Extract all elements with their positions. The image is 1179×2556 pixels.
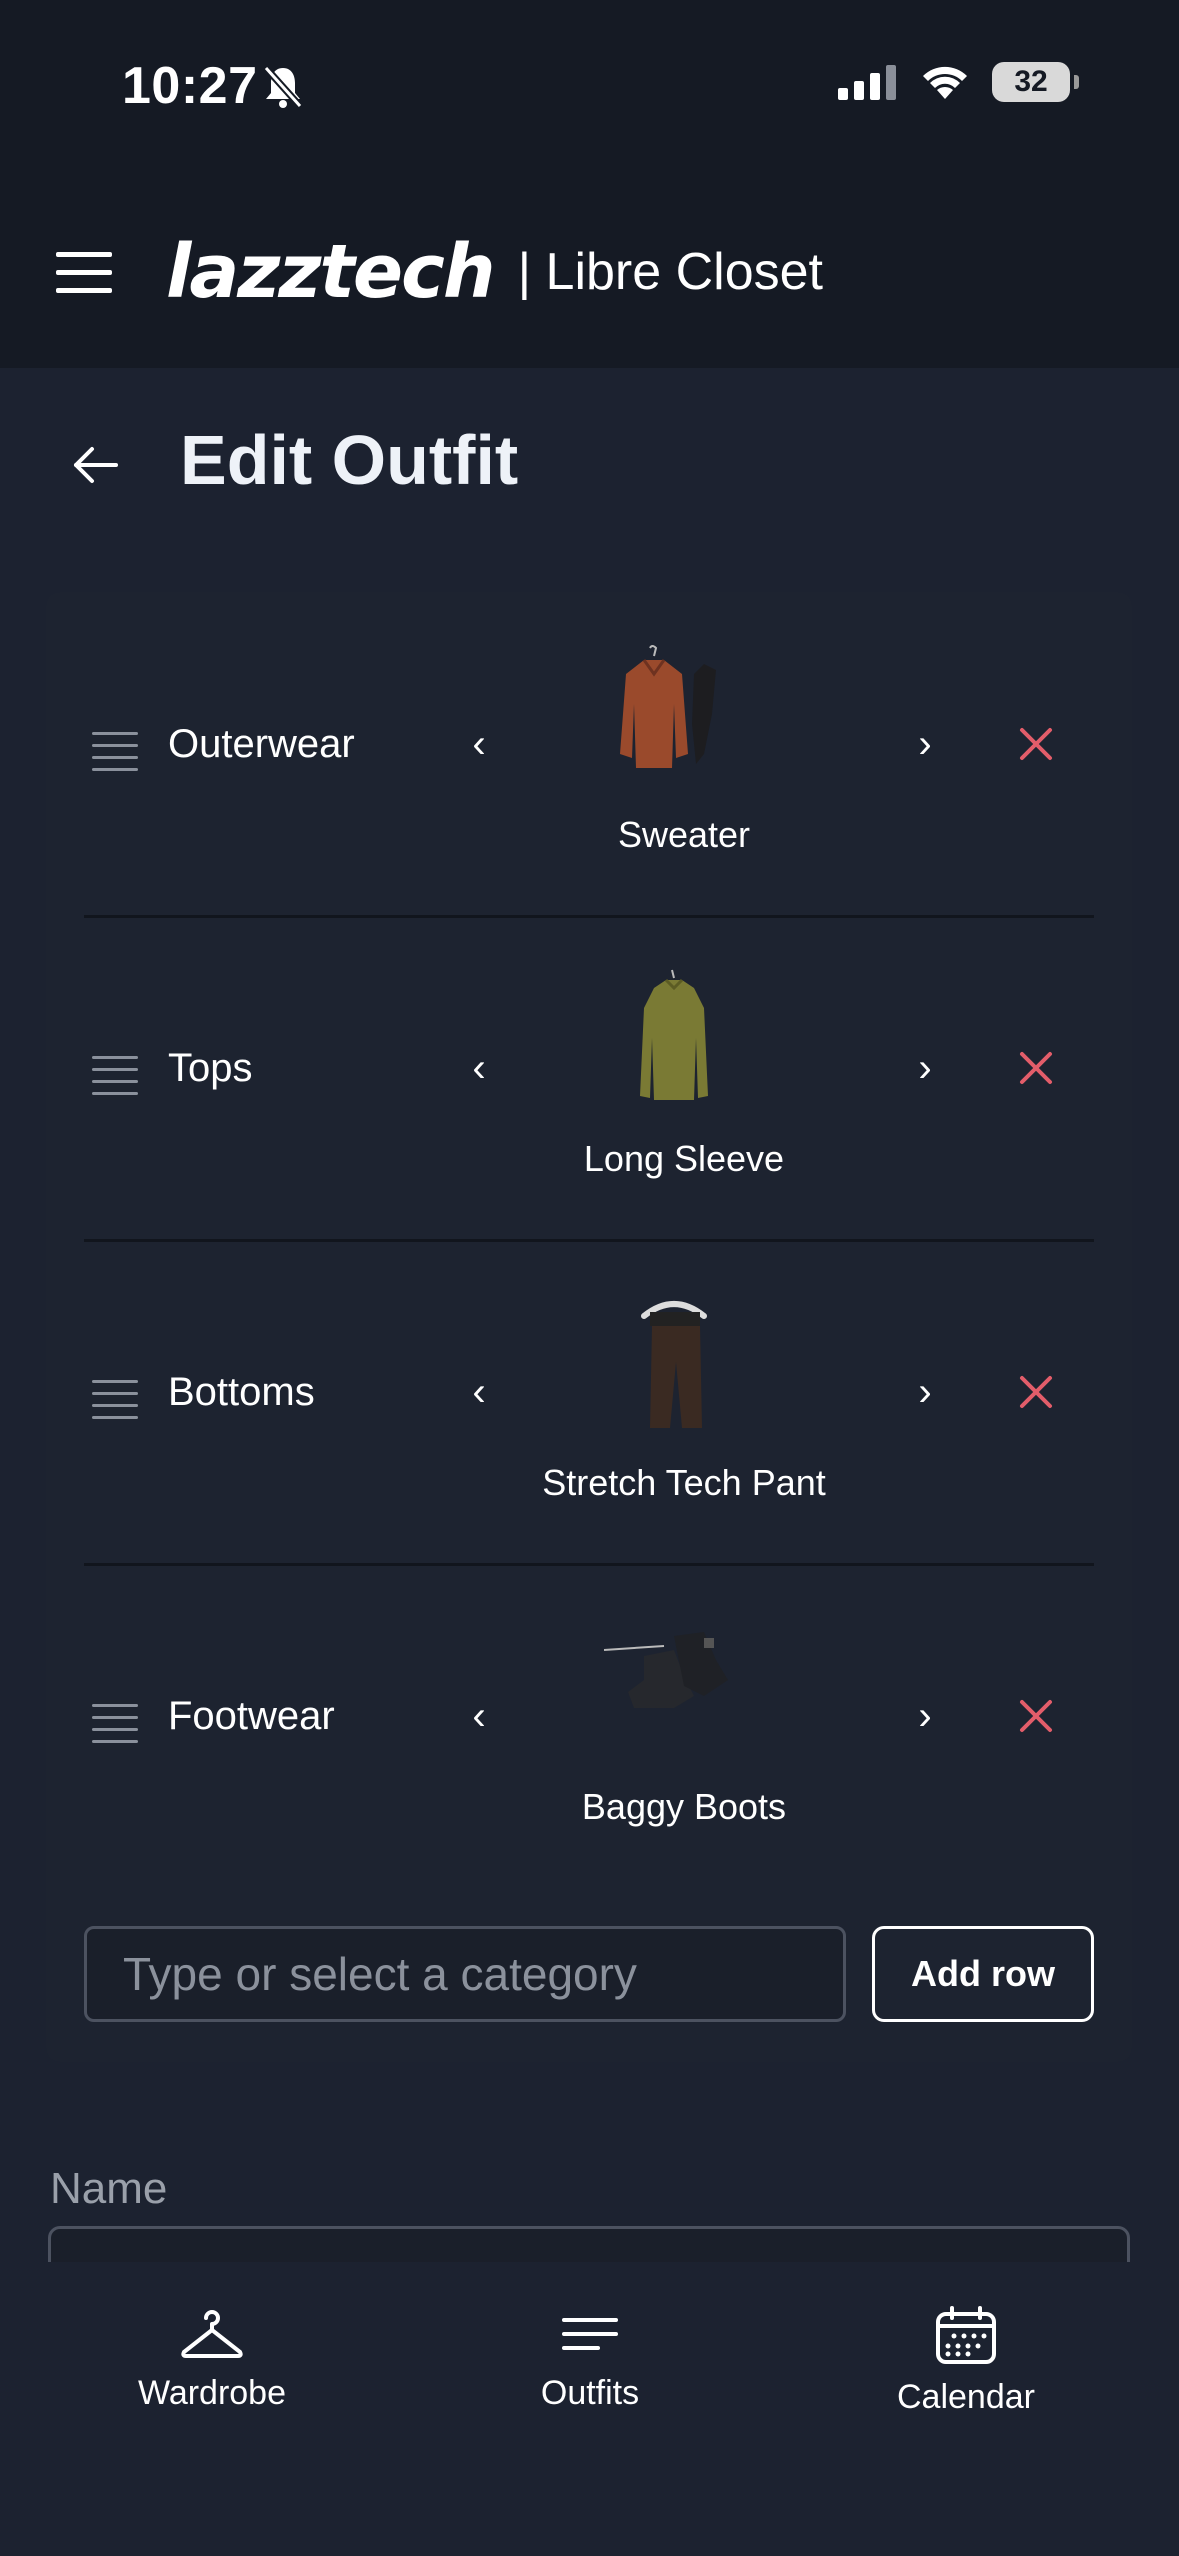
drag-handle-icon[interactable] (92, 732, 138, 772)
nav-label: Calendar (897, 2378, 1035, 2416)
drag-handle-icon[interactable] (92, 1704, 138, 1744)
calendar-icon (936, 2306, 996, 2364)
next-item-chevron-icon[interactable]: › (910, 1370, 940, 1415)
item-name: Stretch Tech Pant (542, 1462, 826, 1503)
previous-item-chevron-icon[interactable]: ‹ (464, 1046, 494, 1091)
wifi-icon (923, 66, 967, 99)
name-field-label: Name (50, 2164, 168, 2213)
hanger-icon (181, 2310, 243, 2358)
app-logo[interactable]: lazztech | Libre Closet (166, 229, 823, 315)
nav-calendar[interactable]: Calendar (836, 2306, 1096, 2417)
drag-handle-icon[interactable] (92, 1056, 138, 1096)
cellular-signal-icon (838, 65, 896, 100)
outfit-row: Outerwear ‹ Sweater › (84, 594, 1094, 918)
row-category-label: Bottoms (168, 1370, 315, 1414)
brand-wordmark: lazztech (166, 229, 496, 315)
pants-image (641, 1301, 707, 1428)
status-time: 10:27 (122, 57, 258, 115)
add-row-button[interactable]: Add row (872, 1926, 1094, 2022)
page-title: Edit Outfit (180, 421, 519, 499)
previous-item-chevron-icon[interactable]: ‹ (464, 1694, 494, 1739)
row-category-label: Footwear (168, 1694, 335, 1738)
list-icon (562, 2318, 618, 2350)
remove-row-icon[interactable] (1016, 1048, 1056, 1088)
hamburger-menu-icon[interactable] (56, 250, 112, 294)
battery-indicator: 32 (992, 62, 1070, 102)
silent-mode-icon (263, 65, 303, 109)
app-tagline: | Libre Closet (517, 243, 823, 301)
item-name: Long Sleeve (583, 1138, 785, 1179)
long-sleeve-image (640, 969, 708, 1100)
boots-image (604, 1632, 728, 1708)
battery-tip (1074, 75, 1079, 89)
next-item-chevron-icon[interactable]: › (910, 722, 940, 767)
remove-row-icon[interactable] (1016, 1696, 1056, 1736)
outfit-row: Bottoms ‹ Stretch Tech Pant › (84, 1242, 1094, 1566)
outfit-row: Footwear ‹ Baggy Boots › (84, 1566, 1094, 1890)
sweater-image (620, 645, 716, 768)
next-item-chevron-icon[interactable]: › (910, 1694, 940, 1739)
row-category-label: Tops (168, 1046, 253, 1090)
nav-label: Outfits (540, 2374, 640, 2412)
back-arrow-icon[interactable] (70, 440, 120, 490)
item-name: Sweater (617, 814, 751, 855)
bottom-navigation: Wardrobe Outfits Calendar (0, 2262, 1179, 2556)
category-input[interactable] (84, 1926, 846, 2022)
remove-row-icon[interactable] (1016, 724, 1056, 764)
previous-item-chevron-icon[interactable]: ‹ (464, 1370, 494, 1415)
next-item-chevron-icon[interactable]: › (910, 1046, 940, 1091)
row-category-label: Outerwear (168, 722, 355, 766)
drag-handle-icon[interactable] (92, 1380, 138, 1420)
status-indicators: 32 (838, 62, 1079, 102)
nav-outfits[interactable]: Outfits (460, 2306, 720, 2413)
nav-label: Wardrobe (137, 2374, 287, 2412)
outfit-row: Tops ‹ Long Sleeve › (84, 918, 1094, 1242)
remove-row-icon[interactable] (1016, 1372, 1056, 1412)
nav-wardrobe[interactable]: Wardrobe (82, 2306, 342, 2413)
previous-item-chevron-icon[interactable]: ‹ (464, 722, 494, 767)
item-name: Baggy Boots (581, 1786, 787, 1827)
